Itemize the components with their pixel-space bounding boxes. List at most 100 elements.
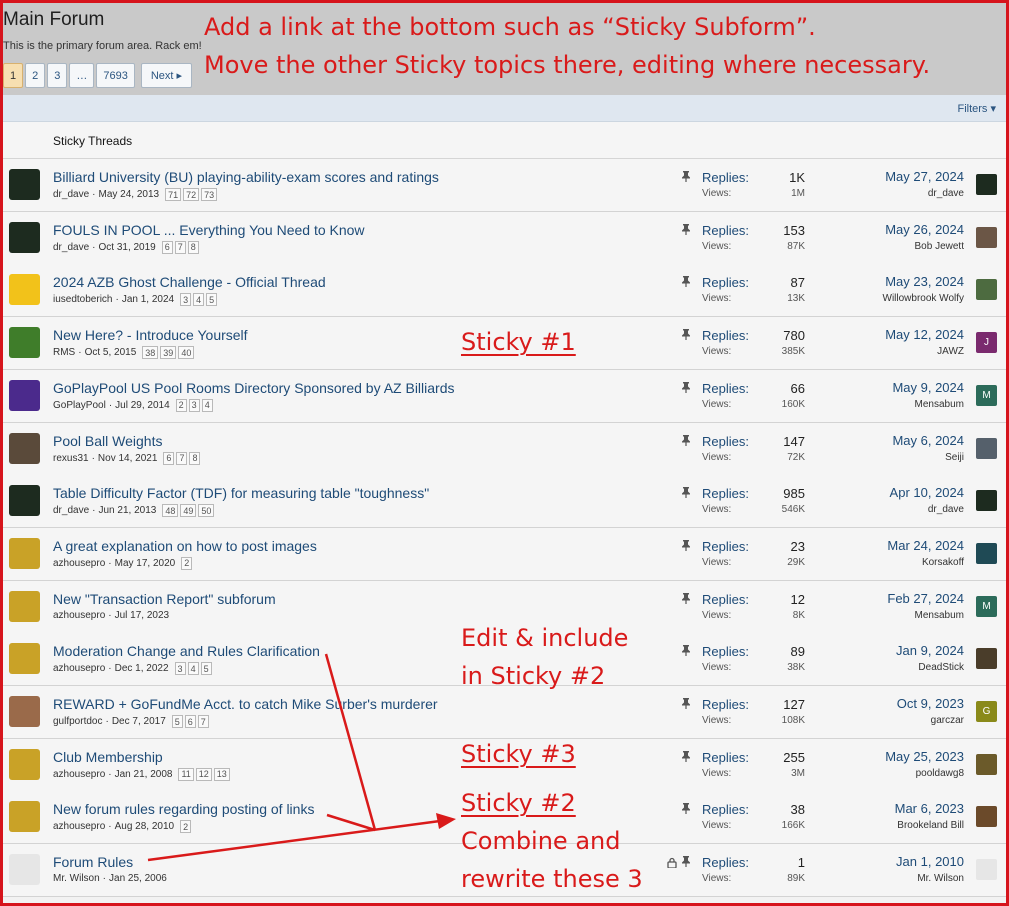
author-avatar[interactable] — [9, 537, 40, 569]
thread-row[interactable]: Billiard University (BU) playing-ability… — [3, 159, 1006, 212]
thread-page-link[interactable]: 71 — [165, 188, 182, 201]
last-poster-name[interactable]: dr_dave — [928, 188, 964, 199]
thread-author[interactable]: dr_dave — [53, 242, 89, 253]
last-post-date[interactable]: Oct 9, 2023 — [897, 696, 964, 711]
thread-page-link[interactable]: 49 — [180, 504, 197, 518]
last-poster-avatar[interactable]: M — [976, 595, 997, 617]
thread-row[interactable]: Pool Ball Weights rexus31 · Nov 14, 2021 6 7 8… — [3, 422, 1006, 476]
thread-title-link[interactable]: A great explanation on how to post image… — [53, 538, 317, 554]
last-poster-avatar[interactable] — [976, 753, 997, 775]
last-post-date[interactable]: Mar 24, 2024 — [887, 538, 964, 553]
last-poster-avatar[interactable] — [976, 806, 997, 828]
author-avatar[interactable] — [9, 432, 40, 464]
author-avatar[interactable] — [9, 485, 40, 517]
thread-title-link[interactable]: FOULS IN POOL ... Everything You Need to… — [53, 222, 365, 238]
thread-page-link[interactable]: 11 — [178, 767, 194, 781]
author-avatar[interactable] — [9, 327, 40, 359]
thread-row[interactable]: 2024 AZB Ghost Challenge - Official Thre… — [3, 264, 1006, 318]
author-avatar[interactable] — [9, 696, 40, 727]
thread-title-link[interactable]: Table Difficulty Factor (TDF) for measur… — [53, 485, 429, 501]
next-page-button[interactable]: Next ▸ — [140, 63, 193, 88]
thread-author[interactable]: azhousepro — [53, 610, 105, 621]
last-poster-avatar[interactable] — [976, 648, 997, 670]
author-avatar[interactable] — [9, 854, 40, 886]
thread-page-link[interactable]: 39 — [160, 346, 177, 360]
thread-page-link[interactable]: 48 — [162, 504, 179, 518]
thread-page-link[interactable]: 2 — [175, 398, 187, 412]
page-1-button[interactable]: 1 — [3, 63, 24, 88]
thread-page-link[interactable]: 7 — [174, 240, 186, 254]
last-post-date[interactable]: May 25, 2023 — [885, 749, 964, 764]
last-poster-avatar[interactable] — [976, 437, 997, 459]
thread-title-link[interactable]: New "Transaction Report" subforum — [53, 591, 276, 607]
thread-page-link[interactable]: 5 — [200, 662, 212, 676]
thread-page-link[interactable]: 2 — [181, 556, 193, 570]
thread-page-link[interactable]: 6 — [161, 240, 173, 254]
thread-author[interactable]: azhousepro — [53, 769, 105, 780]
filters-button[interactable]: Filters ▾ — [957, 102, 996, 115]
thread-author[interactable]: dr_dave — [53, 505, 89, 516]
thread-page-link[interactable]: 73 — [201, 188, 218, 201]
author-avatar[interactable] — [9, 169, 40, 200]
thread-page-link[interactable]: 5 — [206, 293, 218, 307]
last-poster-name[interactable]: DeadStick — [918, 662, 964, 673]
thread-author[interactable]: gulfportdoc — [53, 716, 102, 727]
thread-title-link[interactable]: Pool Ball Weights — [53, 433, 162, 449]
thread-title-link[interactable]: GoPlayPool US Pool Rooms Directory Spons… — [53, 380, 455, 396]
thread-page-link[interactable]: 50 — [198, 504, 215, 518]
page-last-button[interactable]: 7693 — [96, 63, 135, 88]
last-poster-avatar[interactable] — [976, 279, 997, 301]
thread-page-link[interactable]: 8 — [189, 451, 201, 465]
thread-title-link[interactable]: Forum Rules — [53, 854, 133, 870]
thread-page-link[interactable]: 4 — [201, 398, 213, 412]
thread-row[interactable]: Table Difficulty Factor (TDF) for measur… — [3, 475, 1006, 529]
thread-author[interactable]: azhousepro — [53, 663, 105, 674]
last-poster-name[interactable]: Brookeland Bill — [897, 820, 964, 831]
thread-page-link[interactable]: 13 — [213, 767, 230, 781]
author-avatar[interactable] — [9, 643, 40, 675]
last-poster-avatar[interactable] — [976, 490, 997, 512]
last-poster-avatar[interactable]: G — [976, 701, 997, 722]
last-poster-name[interactable]: Mr. Wilson — [917, 873, 964, 884]
page-jump-button[interactable]: … — [69, 63, 95, 88]
thread-author[interactable]: azhousepro — [53, 821, 105, 832]
thread-title-link[interactable]: REWARD + GoFundMe Acct. to catch Mike Su… — [53, 696, 438, 712]
thread-page-link[interactable]: 8 — [187, 240, 199, 254]
last-poster-avatar[interactable]: J — [976, 332, 997, 354]
author-avatar[interactable] — [9, 274, 40, 306]
page-3-button[interactable]: 3 — [47, 63, 68, 88]
last-poster-name[interactable]: Korsakoff — [922, 557, 964, 568]
last-post-date[interactable]: Feb 27, 2024 — [887, 591, 964, 606]
thread-title-link[interactable]: Club Membership — [53, 749, 163, 765]
thread-page-link[interactable]: 72 — [183, 188, 200, 201]
last-post-date[interactable]: May 6, 2024 — [892, 433, 964, 448]
thread-title-link[interactable]: Billiard University (BU) playing-ability… — [53, 169, 439, 185]
last-poster-name[interactable]: dr_dave — [928, 504, 964, 515]
last-post-date[interactable]: May 23, 2024 — [885, 274, 964, 289]
thread-page-link[interactable]: 40 — [178, 346, 195, 360]
thread-page-link[interactable]: 4 — [193, 293, 205, 307]
last-poster-name[interactable]: garczar — [931, 715, 964, 726]
last-post-date[interactable]: May 27, 2024 — [885, 169, 964, 184]
thread-page-link[interactable]: 7 — [197, 715, 209, 728]
last-post-date[interactable]: May 9, 2024 — [892, 380, 964, 395]
last-poster-name[interactable]: JAWZ — [937, 346, 964, 357]
author-avatar[interactable] — [9, 748, 40, 780]
author-avatar[interactable] — [9, 801, 40, 833]
last-post-date[interactable]: May 26, 2024 — [885, 222, 964, 237]
thread-page-link[interactable]: 38 — [142, 346, 159, 360]
thread-author[interactable]: RMS — [53, 347, 75, 358]
last-post-date[interactable]: Mar 6, 2023 — [895, 801, 964, 816]
last-poster-avatar[interactable] — [976, 174, 997, 195]
author-avatar[interactable] — [9, 379, 40, 411]
last-post-date[interactable]: Jan 1, 2010 — [896, 854, 964, 869]
thread-title-link[interactable]: Moderation Change and Rules Clarificatio… — [53, 643, 320, 659]
last-poster-name[interactable]: Mensabum — [915, 399, 964, 410]
thread-title-link[interactable]: New Here? - Introduce Yourself — [53, 327, 248, 343]
thread-author[interactable]: dr_dave — [53, 189, 89, 200]
author-avatar[interactable] — [9, 221, 40, 253]
last-poster-avatar[interactable]: M — [976, 384, 997, 406]
thread-page-link[interactable]: 2 — [180, 820, 192, 834]
thread-author[interactable]: iusedtoberich — [53, 294, 112, 305]
thread-title-link[interactable]: New forum rules regarding posting of lin… — [53, 801, 314, 817]
